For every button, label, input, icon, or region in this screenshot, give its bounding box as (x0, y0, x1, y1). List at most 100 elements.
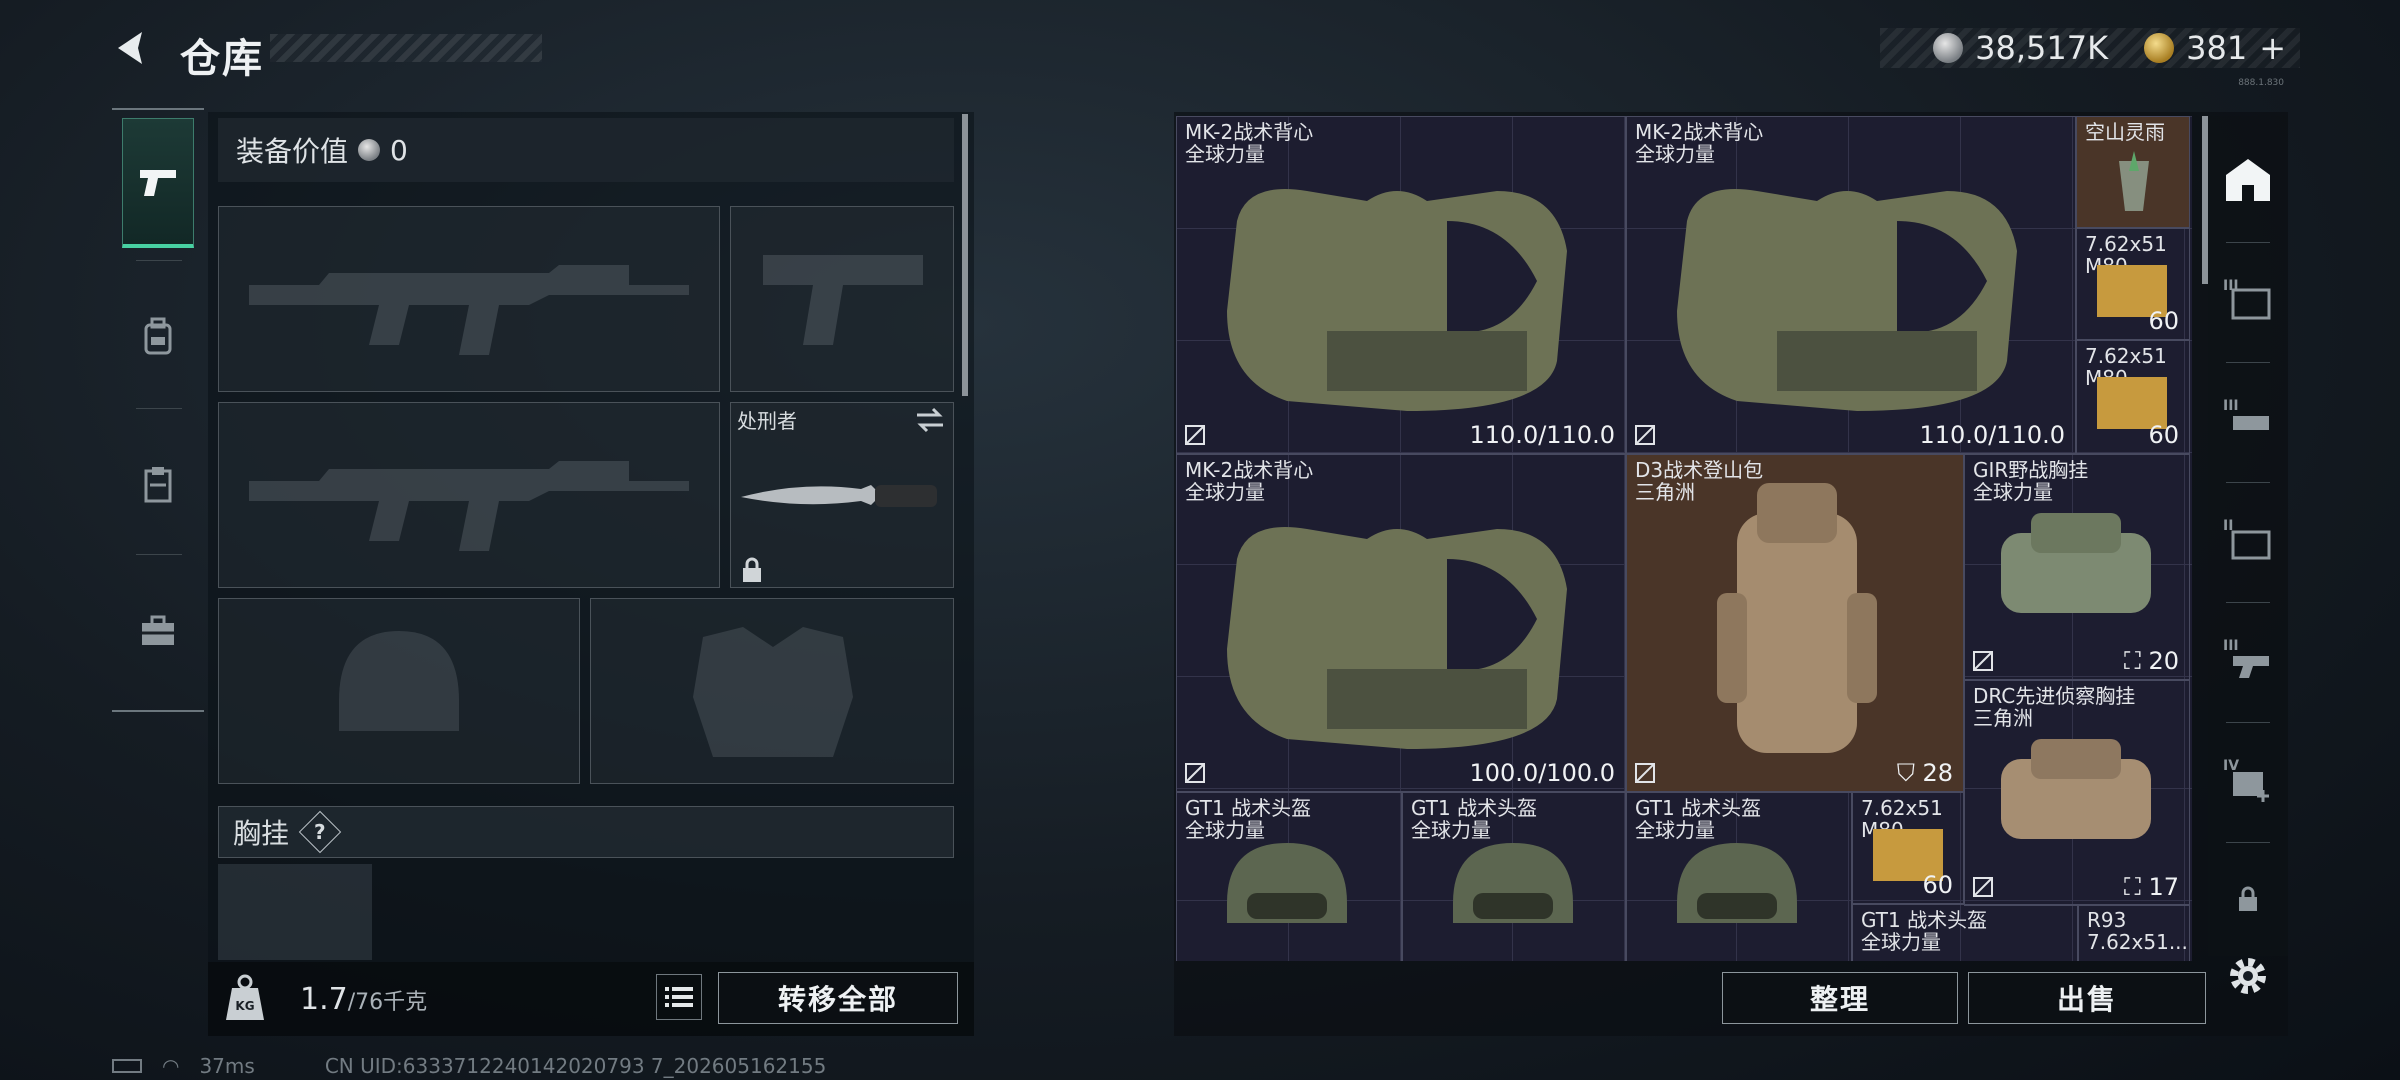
stash-tab-tier-ii[interactable]: II (2214, 484, 2282, 594)
pistol-slot[interactable] (730, 206, 954, 392)
stash-item-helmet[interactable]: GT1 战术头盔 全球力量 (1626, 792, 1852, 961)
status-bar: ◠ 37ms CN UID:6333712240142020793 7_2026… (112, 1054, 826, 1078)
stash-item-helmet[interactable]: GT1 战术头盔 全球力量 (1402, 792, 1626, 961)
svg-text:III: III (2223, 398, 2239, 414)
tab-separator (2226, 242, 2270, 243)
rail-separator (136, 408, 182, 409)
stash-tab-tier-iii-3[interactable]: III (2214, 604, 2282, 714)
stash-item-helmet[interactable]: GT1 战术头盔 全球力量 (1176, 792, 1402, 961)
secondary-weapon-slot[interactable] (218, 402, 720, 588)
tab-separator (2226, 362, 2270, 363)
transfer-all-button[interactable]: 转移全部 (718, 972, 958, 1024)
stash-tab-main[interactable] (2214, 124, 2282, 234)
melee-name: 处刑者 (737, 409, 797, 433)
lock-icon (2239, 886, 2257, 911)
tactical-vest-icon (1227, 527, 1567, 749)
rail-item-vest[interactable] (122, 420, 194, 550)
rail-item-backpack[interactable] (122, 272, 194, 402)
sell-button[interactable]: 出售 (1968, 972, 2206, 1024)
no-insure-icon (1185, 425, 1205, 445)
svg-text:III: III (2223, 278, 2239, 294)
clipboard-icon (144, 467, 172, 503)
silver-amount: 38,517K (1975, 29, 2109, 67)
gear-icon (2230, 958, 2266, 994)
helmet-icon (1227, 843, 1347, 923)
stash-item-chest-rig[interactable]: DRC先进侦察胸挂 三角洲 ⛶ 17 (1964, 680, 2190, 906)
sort-button[interactable]: 整理 (1722, 972, 1958, 1024)
rail-divider (112, 710, 204, 712)
list-view-button[interactable] (656, 974, 702, 1020)
chest-rig-icon (2001, 513, 2151, 613)
stash-expansion-icon: III (2223, 278, 2271, 320)
stash-item-helmet[interactable]: GT1 战术头盔 全球力量 (1852, 904, 2078, 961)
wifi-icon: ◠ (162, 1054, 180, 1078)
help-button[interactable]: ? (298, 810, 342, 854)
stash-item-ammo[interactable]: 7.62x51M80 60 (2076, 228, 2190, 340)
bottle-icon (2119, 151, 2149, 211)
tab-separator (2226, 602, 2270, 603)
ping-readout: 37ms (199, 1054, 255, 1078)
silver-coin-icon (358, 139, 381, 161)
weight-readout: 1.7/76千克 (300, 982, 427, 1017)
stash-item-vest[interactable]: MK-2战术背心 全球力量 100.0/100.0 (1176, 454, 1626, 792)
weight-icon: KG (224, 974, 266, 1024)
warehouse-icon (2226, 159, 2270, 201)
loadout-scrollbar[interactable] (962, 114, 968, 396)
stash-grid: MK-2战术背心 全球力量 110.0/110.0 MK-2战术背心 全球力量 11… (1176, 116, 2192, 961)
rifle-silhouette-icon (249, 265, 689, 355)
helmet-slot[interactable] (218, 598, 580, 784)
tactical-vest-icon (1677, 189, 2017, 411)
armor-slot[interactable] (590, 598, 954, 784)
stash-tab-tier-iv[interactable]: IV (2214, 724, 2282, 834)
equipment-value-bar: 装备价值 0 (218, 118, 954, 182)
back-button[interactable] (110, 26, 154, 70)
version-text: 888.1.830 (2238, 78, 2284, 88)
stash-item-drink[interactable]: 空山灵雨 (2076, 116, 2190, 228)
stash-tab-locked[interactable] (2214, 844, 2282, 954)
armor-silhouette-icon (693, 627, 853, 757)
stash-item-ammo[interactable]: 7.62x51M80 60 (2076, 340, 2190, 454)
stash-tab-tier-iii[interactable]: III (2214, 244, 2282, 354)
medical-case-icon: IV (2223, 758, 2269, 802)
stash-item-ammo[interactable]: 7.62x51M80 60 (1852, 792, 1964, 904)
melee-slot[interactable]: 处刑者 (730, 402, 954, 588)
tab-separator (2226, 482, 2270, 483)
toolbox-icon (142, 615, 174, 645)
vest-slot[interactable] (218, 864, 372, 960)
add-currency-button[interactable]: + (2259, 29, 2286, 67)
capacity-icon: ⛶ (2124, 647, 2149, 675)
svg-text:KG: KG (235, 999, 254, 1013)
battery-icon (112, 1059, 142, 1073)
stash-item-backpack[interactable]: D3战术登山包 三角洲 ⛉ 28 (1626, 454, 1964, 792)
page-title: 仓库 (180, 36, 264, 82)
stash-item-chest-rig[interactable]: GIR野战胸挂 全球力量 ⛶ 20 (1964, 454, 2190, 680)
silver-coin-icon (1933, 33, 1964, 63)
lock-icon (743, 557, 761, 582)
stash-item-vest[interactable]: MK-2战术背心 全球力量 110.0/110.0 (1626, 116, 2076, 454)
chest-rig-icon (2001, 739, 2151, 839)
tactical-vest-icon (1227, 189, 1567, 411)
backpack-icon (1717, 483, 1877, 753)
rail-item-tools[interactable] (122, 566, 194, 696)
primary-weapon-slot[interactable] (218, 206, 720, 392)
currency-bar: 38,517K 381 + (1880, 28, 2300, 68)
rail-divider (112, 108, 204, 110)
capacity-icon: ⛶ (2124, 873, 2149, 901)
stash-tab-tier-iii-2[interactable]: III (2214, 364, 2282, 474)
vest-label: 胸挂 (233, 817, 290, 850)
weight-capacity: /76千克 (347, 990, 428, 1015)
swap-icon[interactable] (915, 407, 945, 433)
settings-button[interactable] (2224, 952, 2272, 1000)
vest-section-header: 胸挂 ? (218, 806, 954, 858)
storage-icon: II (2223, 518, 2271, 560)
helmet-icon (1453, 843, 1573, 923)
gold-amount: 381 (2186, 29, 2248, 67)
rail-item-weapons[interactable] (122, 118, 194, 248)
back-arrow-icon (118, 32, 142, 64)
gold-coin-icon (2144, 33, 2175, 63)
pistol-icon (140, 169, 176, 196)
uid-readout: CN UID:6333712240142020793 7_20260516215… (324, 1054, 827, 1078)
stash-item-vest[interactable]: MK-2战术背心 全球力量 110.0/110.0 (1176, 116, 1626, 454)
title-decoration (270, 34, 542, 62)
stash-item-rifle[interactable]: R93 7.62x51... (2078, 904, 2190, 961)
